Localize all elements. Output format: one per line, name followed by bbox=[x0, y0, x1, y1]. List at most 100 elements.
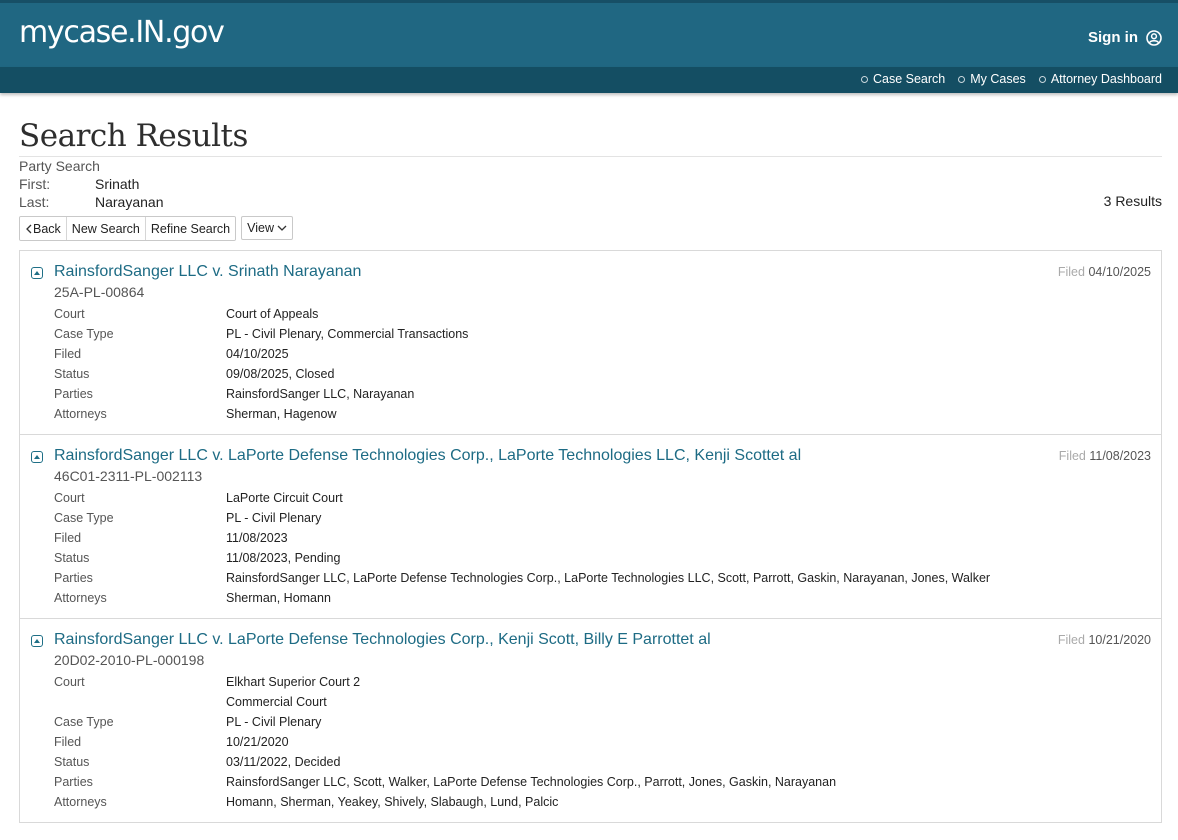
case-detail-row: Parties RainsfordSanger LLC, Narayanan bbox=[54, 384, 1161, 404]
case-title-link[interactable]: RainsfordSanger LLC v. Srinath Narayanan bbox=[54, 262, 1161, 282]
case-detail-row: Attorneys Homann, Sherman, Yeakey, Shivel… bbox=[54, 792, 1161, 812]
detail-label: Filed bbox=[54, 531, 82, 545]
case-detail-row: Status 09/08/2025, Closed bbox=[54, 364, 1161, 384]
title-divider bbox=[19, 156, 1162, 157]
detail-label: Attorneys bbox=[54, 407, 107, 421]
detail-value: RainsfordSanger LLC, Narayanan bbox=[226, 387, 415, 401]
case-number: 46C01-2311-PL-002113 bbox=[54, 468, 203, 484]
detail-value: Elkhart Superior Court 2 bbox=[226, 675, 361, 689]
detail-label bbox=[54, 692, 226, 712]
sign-in-button[interactable]: Sign in bbox=[1088, 29, 1162, 46]
criteria-first-label: First: bbox=[19, 176, 51, 192]
case-detail-row: Parties RainsfordSanger LLC, Scott, Walke… bbox=[54, 772, 1161, 792]
detail-value: Homann, Sherman, Yeakey, Shively, Slabau… bbox=[226, 795, 559, 809]
detail-value: RainsfordSanger LLC, LaPorte Defense Tec… bbox=[226, 571, 991, 585]
detail-value: 11/08/2023, Pending bbox=[226, 551, 341, 565]
filed-date-tag: Filed 10/21/2020 bbox=[1058, 633, 1151, 647]
case-detail-row: Attorneys Sherman, Homann bbox=[54, 588, 1161, 608]
case-detail-row: Case Type PL - Civil Plenary bbox=[54, 712, 1161, 732]
filed-tag-date: 11/08/2023 bbox=[1089, 449, 1151, 463]
case-detail-row: Case Type PL - Civil Plenary, Commercial … bbox=[54, 324, 1161, 344]
detail-label: Case Type bbox=[54, 327, 114, 341]
user-circle-icon bbox=[1146, 29, 1162, 46]
case-detail-row: Status 11/08/2023, Pending bbox=[54, 548, 1161, 568]
detail-value: Commercial Court bbox=[226, 695, 327, 709]
detail-label: Parties bbox=[54, 775, 93, 789]
detail-value: Sherman, Homann bbox=[226, 591, 331, 605]
case-result: RainsfordSanger LLC v. Srinath Narayanan… bbox=[20, 251, 1161, 435]
case-detail-row: Court LaPorte Circuit Court bbox=[54, 488, 1161, 508]
nav-my-cases[interactable]: My Cases bbox=[958, 72, 1026, 86]
detail-value: Court of Appeals bbox=[226, 307, 319, 321]
case-detail-row: Court Court of Appeals bbox=[54, 304, 1161, 324]
back-button[interactable]: Back bbox=[20, 217, 67, 240]
filed-tag-date: 04/10/2025 bbox=[1088, 265, 1151, 279]
case-title-link[interactable]: RainsfordSanger LLC v. LaPorte Defense T… bbox=[54, 630, 1161, 650]
collapse-toggle-icon[interactable] bbox=[31, 635, 43, 647]
case-result: RainsfordSanger LLC v. LaPorte Defense T… bbox=[20, 435, 1161, 619]
case-detail-row: Parties RainsfordSanger LLC, LaPorte Defe… bbox=[54, 568, 1161, 588]
case-detail-row: Commercial Court bbox=[54, 692, 1161, 712]
chevron-left-icon bbox=[26, 224, 32, 233]
criteria-last-value: Narayanan bbox=[95, 194, 164, 210]
detail-value: 10/21/2020 bbox=[226, 735, 289, 749]
detail-label: Attorneys bbox=[54, 591, 107, 605]
collapse-toggle-icon[interactable] bbox=[31, 267, 43, 279]
detail-value: 11/08/2023 bbox=[226, 531, 288, 545]
bullet-icon bbox=[1038, 75, 1046, 83]
criteria-last: Last: Narayanan bbox=[19, 194, 164, 210]
case-detail-row: Attorneys Sherman, Hagenow bbox=[54, 404, 1161, 424]
detail-label: Case Type bbox=[54, 715, 114, 729]
detail-label: Court bbox=[54, 307, 85, 321]
detail-label: Attorneys bbox=[54, 795, 107, 809]
filed-date-tag: Filed 04/10/2025 bbox=[1058, 265, 1151, 279]
filed-tag-label: Filed bbox=[1058, 449, 1086, 463]
bullet-icon bbox=[860, 75, 868, 83]
case-title-link[interactable]: RainsfordSanger LLC v. LaPorte Defense T… bbox=[54, 446, 1161, 466]
detail-value: PL - Civil Plenary bbox=[226, 715, 322, 729]
detail-label: Status bbox=[54, 755, 90, 769]
chevron-down-icon bbox=[277, 225, 287, 231]
criteria-first-value: Srinath bbox=[95, 176, 140, 192]
case-detail-row: Status 03/11/2022, Decided bbox=[54, 752, 1161, 772]
page-title: Search Results bbox=[19, 118, 248, 154]
action-button-group: Back New Search Refine Search bbox=[19, 216, 237, 241]
detail-label: Status bbox=[54, 551, 90, 565]
detail-label: Parties bbox=[54, 387, 93, 401]
results-list: RainsfordSanger LLC v. Srinath Narayanan… bbox=[19, 250, 1162, 823]
detail-value: 09/08/2025, Closed bbox=[226, 367, 335, 381]
result-count: 3 Results bbox=[1103, 193, 1162, 209]
detail-label: Status bbox=[54, 367, 90, 381]
nav-case-search[interactable]: Case Search bbox=[860, 72, 945, 86]
case-detail-row: Case Type PL - Civil Plenary bbox=[54, 508, 1161, 528]
detail-label: Filed bbox=[54, 347, 82, 361]
detail-label: Court bbox=[54, 491, 85, 505]
site-logo[interactable]: mycase.IN.gov bbox=[19, 15, 225, 50]
top-nav-bar: Case Search My Cases Attorney Dashboard bbox=[0, 67, 1178, 93]
criteria-first: First: Srinath bbox=[19, 176, 139, 192]
refine-search-button[interactable]: Refine Search bbox=[145, 217, 236, 240]
case-number: 20D02-2010-PL-000198 bbox=[54, 652, 205, 668]
detail-label: Case Type bbox=[54, 511, 114, 525]
case-detail-row: Filed 11/08/2023 bbox=[54, 528, 1161, 548]
filed-tag-label: Filed bbox=[1057, 633, 1085, 647]
criteria-last-label: Last: bbox=[19, 194, 50, 210]
top-nav: Case Search My Cases Attorney Dashboard bbox=[860, 72, 1162, 86]
detail-value: PL - Civil Plenary, Commercial Transacti… bbox=[226, 327, 469, 341]
case-detail-row: Filed 04/10/2025 bbox=[54, 344, 1161, 364]
detail-label: Parties bbox=[54, 571, 93, 585]
detail-value: PL - Civil Plenary bbox=[226, 511, 322, 525]
detail-value: LaPorte Circuit Court bbox=[226, 491, 343, 505]
nav-attorney-dashboard[interactable]: Attorney Dashboard bbox=[1038, 72, 1162, 86]
view-dropdown[interactable]: View bbox=[241, 216, 293, 240]
collapse-toggle-icon[interactable] bbox=[31, 451, 43, 463]
detail-value: Sherman, Hagenow bbox=[226, 407, 337, 421]
detail-value: 04/10/2025 bbox=[226, 347, 289, 361]
site-header: mycase.IN.gov Sign in bbox=[0, 0, 1178, 67]
new-search-button[interactable]: New Search bbox=[66, 217, 146, 240]
case-result: RainsfordSanger LLC v. LaPorte Defense T… bbox=[20, 619, 1161, 822]
bullet-icon bbox=[958, 75, 966, 83]
case-detail-row: Filed 10/21/2020 bbox=[54, 732, 1161, 752]
search-type-label: Party Search bbox=[19, 158, 100, 174]
filed-tag-date: 10/21/2020 bbox=[1088, 633, 1151, 647]
